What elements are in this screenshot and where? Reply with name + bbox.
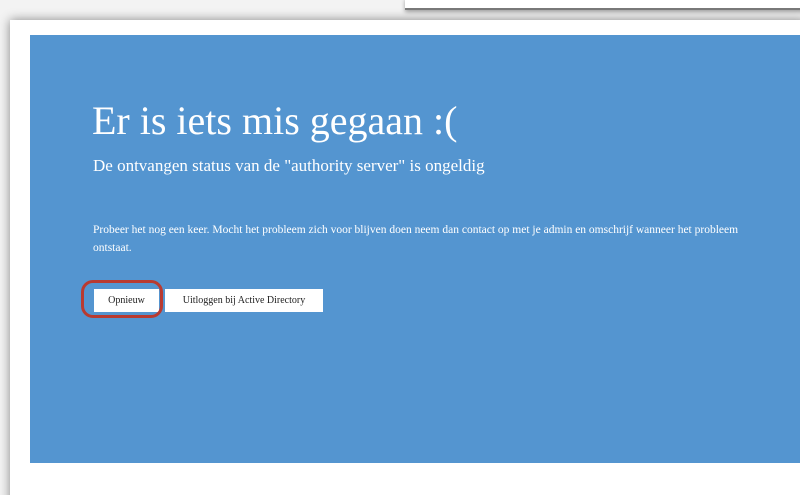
screenshot-stage: Er is iets mis gegaan :( De ontvangen st…	[0, 0, 800, 495]
error-panel: Er is iets mis gegaan :( De ontvangen st…	[30, 35, 800, 463]
background-window-edge	[405, 0, 800, 10]
retry-button[interactable]: Opnieuw	[94, 289, 159, 312]
error-title: Er is iets mis gegaan :(	[92, 98, 458, 143]
error-subtitle: De ontvangen status van de "authority se…	[93, 156, 485, 175]
logout-active-directory-button[interactable]: Uitloggen bij Active Directory	[165, 289, 323, 312]
error-message: Probeer het nog een keer. Mocht het prob…	[93, 224, 739, 254]
